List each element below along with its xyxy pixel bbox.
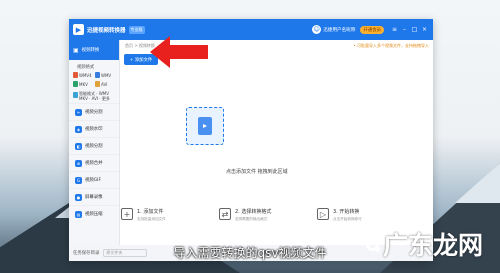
mountain-right-snow xyxy=(455,163,500,203)
app-window: ▶ 迅捷视频转换器 专业版 ☺ 迅捷用户名昵称 开通会员 ≡ – □ × ▣ 视… xyxy=(69,19,433,261)
format-item[interactable]: WMV4 xyxy=(73,72,95,78)
format-grid: WMV4 WMV MKV AVI xyxy=(69,72,119,87)
sidebar-item-record[interactable]: ● 屏幕录像 xyxy=(69,188,119,205)
watermark-icon: ◈ xyxy=(75,125,82,133)
sidebar-item-compress[interactable]: ▤ 视频压缩 xyxy=(69,205,119,222)
sidebar-item-gif[interactable]: G 视频GIF xyxy=(69,171,119,188)
user-avatar-icon[interactable]: ☺ xyxy=(312,25,322,34)
swap-icon: ⇄ xyxy=(219,208,231,220)
username[interactable]: 迅捷用户名昵称 xyxy=(323,27,355,33)
sidebar-item-label: 视频转换 xyxy=(81,48,100,53)
format-item-more[interactable]: 智能格式 · WMV MKV · AVI · 更多 xyxy=(69,87,119,103)
titlebar: ▶ 迅捷视频转换器 专业版 ☺ 迅捷用户名昵称 开通会员 ≡ – □ × xyxy=(69,19,433,40)
close-icon[interactable]: × xyxy=(420,26,429,33)
menu-icon[interactable]: ≡ xyxy=(390,26,399,33)
merge-icon: ⊕ xyxy=(75,159,82,167)
record-icon: ● xyxy=(75,193,82,201)
watermark-text: 广东龙网 xyxy=(383,231,484,260)
watermark-logo-icon xyxy=(366,237,380,252)
format-icon xyxy=(95,81,100,87)
drop-zone[interactable] xyxy=(186,107,224,145)
step-item: + 1. 添加文件 支持批量添加文件 xyxy=(121,208,219,222)
output-dir-input[interactable]: 原文件夹 xyxy=(103,249,148,257)
sidebar-item-video-convert[interactable]: ▣ 视频转换 xyxy=(69,40,119,60)
steps-guide: + 1. 添加文件 支持批量添加文件 ⇄ 2. 选择转换格式 选择需要的输出格式 ▷… xyxy=(121,208,421,222)
format-icon xyxy=(95,72,100,78)
format-item[interactable]: MKV xyxy=(73,81,95,87)
sidebar-item-split[interactable]: ✂ 视频分割 xyxy=(69,103,119,120)
drop-zone-label: 点击添加文件 拖拽到此区域 xyxy=(226,169,288,175)
edition-badge: 专业版 xyxy=(128,25,145,34)
step-item: ▷ 3. 开始转换 点击开始转换即可 xyxy=(317,208,415,222)
scissors-icon: ✂ xyxy=(75,108,82,116)
compress-icon: ▤ xyxy=(75,210,82,218)
format-icon xyxy=(73,81,78,87)
minimize-icon[interactable]: – xyxy=(400,26,409,33)
plus-icon: + xyxy=(121,208,133,220)
gif-icon: G xyxy=(75,176,82,184)
red-pointer-arrow-icon xyxy=(150,36,208,68)
output-format-label: 输出格式 xyxy=(262,251,280,256)
tip-text: • 可批量导入多个视频文件，支持拖拽导入 xyxy=(353,43,429,48)
sidebar-item-merge[interactable]: ⊕ 视频合并 xyxy=(69,154,119,171)
sidebar-item-split-2[interactable]: ◧ 视频分割 xyxy=(69,137,119,154)
app-logo-icon: ▶ xyxy=(73,24,84,35)
sidebar: ▣ 视频转换 视频格式 WMV4 WMV MKV AVI 智能格式 · WMV … xyxy=(69,40,120,261)
output-dir-label: 任务保存目录 xyxy=(73,251,100,256)
format-section-header: 视频格式 xyxy=(77,65,95,70)
watermark: 广东龙网 xyxy=(366,226,483,262)
split-icon: ◧ xyxy=(75,142,82,150)
app-title: 迅捷视频转换器 xyxy=(87,27,126,34)
format-icon xyxy=(73,92,78,98)
format-item[interactable]: AVI xyxy=(95,81,117,87)
format-icon xyxy=(73,72,78,78)
play-icon: ▷ xyxy=(317,208,329,220)
video-file-icon xyxy=(198,117,212,135)
maximize-icon[interactable]: □ xyxy=(410,26,419,33)
vip-button[interactable]: 开通会员 xyxy=(360,25,384,34)
format-item[interactable]: WMV xyxy=(95,72,117,78)
video-convert-icon: ▣ xyxy=(73,46,79,54)
output-format-select[interactable] xyxy=(283,249,314,257)
step-item: ⇄ 2. 选择转换格式 选择需要的输出格式 xyxy=(219,208,317,222)
sidebar-item-watermark[interactable]: ◈ 视频水印 xyxy=(69,120,119,137)
